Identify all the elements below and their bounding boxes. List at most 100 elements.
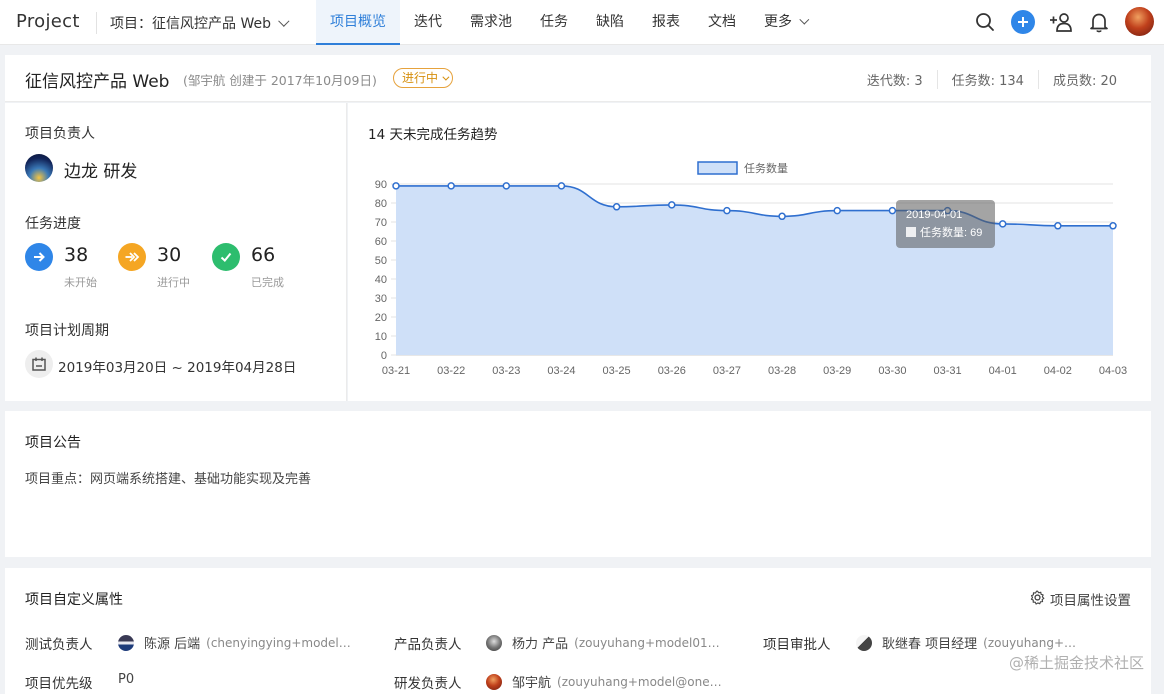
status-badge[interactable]: 进行中	[393, 68, 454, 88]
attr-email: (zouyuhang+model@one…	[557, 674, 722, 689]
legend-label: 任务数量	[744, 162, 788, 175]
y-tick-label: 10	[375, 331, 387, 343]
attr-value-tester[interactable]: 陈源 后端 (chenyingying+model…	[118, 633, 351, 652]
task-trend-panel: 14 天未完成任务趋势 0 10 20 30 40 50 60 70 80 90 03-21 03-2…	[348, 103, 1151, 401]
avatar	[486, 634, 502, 651]
custom-attributes-title: 项目自定义属性	[25, 592, 123, 608]
tab-more[interactable]: 更多	[750, 0, 819, 45]
x-tick-label: 03-23	[492, 365, 520, 377]
attr-email: (zouyuhang+model01…	[574, 635, 720, 650]
custom-attributes-panel: 项目自定义属性 项目属性设置 测试负责人 陈源 后端 (chenyingying+…	[5, 568, 1151, 694]
progress-not-started[interactable]: 38 未开始	[25, 241, 115, 291]
bell-icon[interactable]	[1087, 10, 1111, 34]
chevron-down-icon	[442, 73, 450, 81]
data-point	[1109, 222, 1117, 230]
add-member-icon[interactable]	[1049, 10, 1073, 34]
progress-completed[interactable]: 66 已完成	[212, 241, 302, 291]
attr-name: 杨力 产品	[512, 637, 569, 652]
tab-defects[interactable]: 缺陷	[582, 0, 638, 45]
attr-email: (zouyuhang+…	[983, 635, 1077, 650]
x-tick-label: 03-31	[933, 365, 961, 377]
y-tick-label: 60	[375, 236, 387, 248]
y-tick-label: 70	[375, 217, 387, 229]
tab-reports[interactable]: 报表	[638, 0, 694, 45]
gear-icon	[1030, 590, 1045, 609]
attr-key: 测试负责人	[25, 637, 93, 653]
y-tick-label: 0	[381, 350, 387, 362]
period-label: 项目计划周期	[25, 323, 109, 339]
announcement-text: 项目重点：网页端系统搭建、基础功能实现及完善	[25, 472, 312, 487]
data-point	[557, 182, 566, 190]
attr-key: 项目审批人	[763, 637, 831, 653]
data-point	[392, 182, 400, 190]
attr-name: 邹宇航	[512, 676, 552, 691]
data-point	[1054, 222, 1062, 230]
attr-email: (chenyingying+model…	[206, 635, 351, 650]
owner-label: 项目负责人	[25, 126, 95, 142]
tooltip-text: 任务数量: 69	[920, 226, 982, 239]
stat-tasks: 任务数: 134	[936, 70, 1038, 89]
check-icon	[212, 243, 240, 271]
avatar	[856, 634, 872, 651]
x-tick-label: 03-28	[768, 365, 796, 377]
plus-icon[interactable]	[1011, 9, 1035, 34]
y-tick-label: 50	[375, 255, 387, 267]
attr-key: 产品负责人	[394, 637, 462, 653]
x-tick-label: 03-24	[547, 365, 575, 377]
y-tick-label: 20	[375, 312, 387, 324]
tab-tasks[interactable]: 任务	[526, 0, 582, 45]
top-icons	[973, 7, 1154, 36]
double-arrow-icon	[118, 243, 146, 271]
x-tick-label: 03-29	[823, 365, 851, 377]
attr-value-priority[interactable]: P0	[118, 672, 134, 687]
nav-divider	[96, 12, 97, 34]
attr-value-dev-owner[interactable]: 邹宇航 (zouyuhang+model@one…	[486, 672, 722, 691]
attr-value-approver[interactable]: 耿继春 项目经理 (zouyuhang+…	[856, 633, 1076, 652]
attribute-settings-link[interactable]: 项目属性设置	[1030, 589, 1131, 609]
watermark: @稀土掘金技术社区	[1008, 654, 1144, 672]
x-tick-label: 03-21	[382, 365, 410, 377]
tab-overview[interactable]: 项目概览	[316, 0, 400, 45]
legend-swatch	[697, 161, 738, 175]
data-point	[502, 182, 511, 190]
data-point	[888, 206, 897, 215]
chevron-down-icon	[278, 15, 290, 27]
x-tick-label: 03-25	[603, 365, 631, 377]
app-logo[interactable]: Project	[16, 11, 80, 32]
y-tick-label: 90	[375, 179, 387, 191]
tooltip-title: 2019-04-01	[906, 209, 962, 221]
owner-avatar[interactable]	[25, 154, 53, 182]
user-avatar[interactable]	[1125, 7, 1154, 36]
attr-name: 陈源 后端	[144, 637, 201, 652]
data-point	[668, 201, 676, 209]
announcement-panel: 项目公告 项目重点：网页端系统搭建、基础功能实现及完善	[5, 411, 1151, 557]
series-area	[396, 185, 1113, 355]
chevron-down-icon	[799, 14, 810, 25]
project-selector-label: 项目：征信风控产品 Web	[110, 16, 271, 32]
tab-label: 更多	[764, 14, 792, 30]
progress-value: 30	[157, 244, 182, 266]
project-period: 2019年03月20日 ~ 2019年04月28日	[58, 360, 297, 376]
tab-iteration[interactable]: 迭代	[400, 0, 456, 45]
tab-requirements[interactable]: 需求池	[456, 0, 526, 45]
y-tick-label: 40	[375, 274, 387, 286]
data-point	[998, 220, 1007, 228]
progress-in-progress[interactable]: 30 进行中	[118, 241, 208, 291]
tab-label: 报表	[652, 14, 680, 30]
project-header: 征信风控产品 Web (邹宇航 创建于 2017年10月09日) 进行中 迭代数…	[5, 55, 1151, 102]
attr-name: 耿继春 项目经理	[882, 637, 978, 652]
tab-label: 项目概览	[330, 14, 386, 30]
top-nav-bar: Project 项目：征信风控产品 Web 项目概览 迭代 需求池 任务 缺陷 …	[0, 0, 1164, 45]
attr-value-product-owner[interactable]: 杨力 产品 (zouyuhang+model01…	[486, 633, 720, 652]
avatar	[118, 634, 134, 651]
search-icon[interactable]	[973, 10, 997, 34]
project-selector[interactable]: 项目：征信风控产品 Web	[110, 13, 290, 33]
calendar-icon	[25, 350, 53, 378]
progress-value: 38	[64, 244, 89, 266]
nav-tabs: 项目概览 迭代 需求池 任务 缺陷 报表 文档 更多	[316, 0, 819, 45]
progress-status-label: 未开始	[64, 276, 97, 289]
tab-label: 迭代	[414, 14, 442, 30]
x-tick-label: 04-01	[989, 365, 1017, 377]
tab-docs[interactable]: 文档	[694, 0, 750, 45]
data-point	[612, 203, 621, 211]
